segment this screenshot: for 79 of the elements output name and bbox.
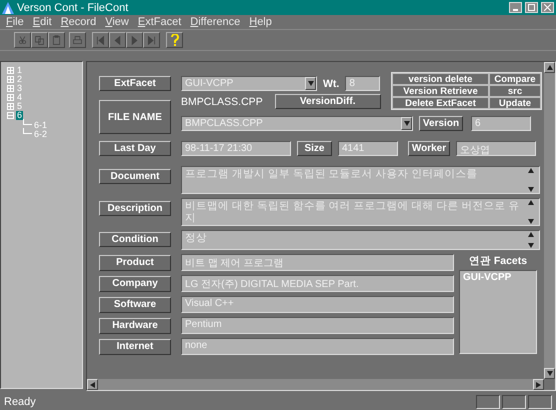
- up-arrow-icon: [528, 200, 534, 205]
- status-panel: [476, 394, 500, 408]
- down-arrow-icon: [308, 81, 314, 86]
- action-button[interactable]: Update: [489, 97, 541, 109]
- menu-item[interactable]: Record: [60, 16, 96, 28]
- horizontal-scrollbar[interactable]: [87, 379, 544, 390]
- question-mark-icon: [170, 34, 178, 46]
- action-button[interactable]: src: [489, 85, 541, 97]
- up-arrow-icon: [528, 232, 534, 237]
- up-arrow-icon: [546, 65, 552, 70]
- action-button[interactable]: version delete: [392, 73, 489, 85]
- vertical-scrollbar[interactable]: [544, 62, 555, 379]
- action-button[interactable]: Compare: [489, 73, 541, 85]
- up-arrow-icon: [528, 168, 534, 173]
- scissors-icon: [17, 34, 28, 46]
- tree-item[interactable]: 6: [16, 111, 24, 120]
- toolbar-button[interactable]: [48, 32, 65, 48]
- printer-icon: [72, 34, 83, 46]
- menu-item[interactable]: Help: [249, 16, 272, 28]
- close-button[interactable]: [541, 2, 554, 13]
- label-button[interactable]: Document: [99, 169, 171, 184]
- toolbar-button[interactable]: [92, 32, 109, 48]
- window-title: Verson Cont - FileCont: [17, 2, 130, 14]
- facet-list[interactable]: GUI-VCPP: [459, 270, 537, 354]
- action-button[interactable]: Version Retrieve: [392, 85, 489, 97]
- previous-icon: [112, 34, 123, 46]
- worker-button[interactable]: Worker: [408, 141, 450, 156]
- dropdown-button[interactable]: [401, 117, 412, 130]
- menu-item[interactable]: View: [105, 16, 129, 28]
- toolbar-button[interactable]: [31, 32, 48, 48]
- menu-item[interactable]: Edit: [32, 16, 52, 28]
- toolbar-button[interactable]: [109, 32, 126, 48]
- right-arrow-icon: [536, 382, 541, 388]
- toolbar-button[interactable]: [166, 32, 183, 48]
- clipboard-icon: [51, 34, 62, 46]
- status-panel: [528, 394, 552, 408]
- label-button[interactable]: FILE NAME: [99, 100, 171, 134]
- weight-label: Wt.: [323, 78, 340, 90]
- version-diff-button[interactable]: VersionDiff.: [274, 94, 381, 109]
- list-item[interactable]: GUI-VCPP: [463, 272, 533, 283]
- down-arrow-icon: [528, 187, 534, 192]
- facets-title: 연관 Facets: [468, 254, 528, 268]
- size-button[interactable]: Size: [297, 141, 332, 156]
- label-button[interactable]: Condition: [99, 232, 171, 247]
- status-text: Ready: [4, 396, 37, 408]
- last-icon: [146, 34, 157, 46]
- down-arrow-icon: [528, 243, 534, 248]
- menu-item[interactable]: Difference: [190, 16, 240, 28]
- maximize-icon: [528, 4, 535, 11]
- label-button[interactable]: Hardware: [99, 318, 171, 334]
- menu-item[interactable]: File: [6, 16, 24, 28]
- copy-icon: [34, 34, 45, 46]
- left-arrow-icon: [90, 382, 95, 388]
- dropdown-button[interactable]: [305, 77, 316, 90]
- first-icon: [95, 34, 106, 46]
- label-button[interactable]: Last Day: [99, 141, 171, 156]
- toolbar-button[interactable]: [69, 32, 86, 48]
- label-button[interactable]: Software: [99, 296, 171, 312]
- label-button[interactable]: Company: [99, 276, 171, 292]
- toolbar-button[interactable]: [143, 32, 160, 48]
- toolbar-button[interactable]: [14, 32, 31, 48]
- maximize-button[interactable]: [525, 2, 538, 13]
- toolbar-button[interactable]: [126, 32, 143, 48]
- label-button[interactable]: Internet: [99, 338, 171, 354]
- down-arrow-icon: [528, 219, 534, 224]
- minimize-button[interactable]: [509, 2, 522, 13]
- app-icon: [2, 2, 14, 14]
- action-button[interactable]: Delete ExtFacet: [392, 97, 489, 109]
- label-button[interactable]: Product: [99, 254, 171, 270]
- down-arrow-icon: [546, 371, 552, 376]
- next-icon: [129, 34, 140, 46]
- label-button[interactable]: Description: [99, 201, 171, 216]
- status-panel: [502, 394, 526, 408]
- version-button[interactable]: Version: [419, 116, 463, 131]
- down-arrow-icon: [404, 121, 410, 126]
- label-button[interactable]: ExtFacet: [99, 76, 171, 91]
- file-name-text: BMPCLASS.CPP: [181, 96, 263, 108]
- menu-item[interactable]: ExtFacet: [138, 16, 182, 28]
- close-icon: [544, 4, 551, 11]
